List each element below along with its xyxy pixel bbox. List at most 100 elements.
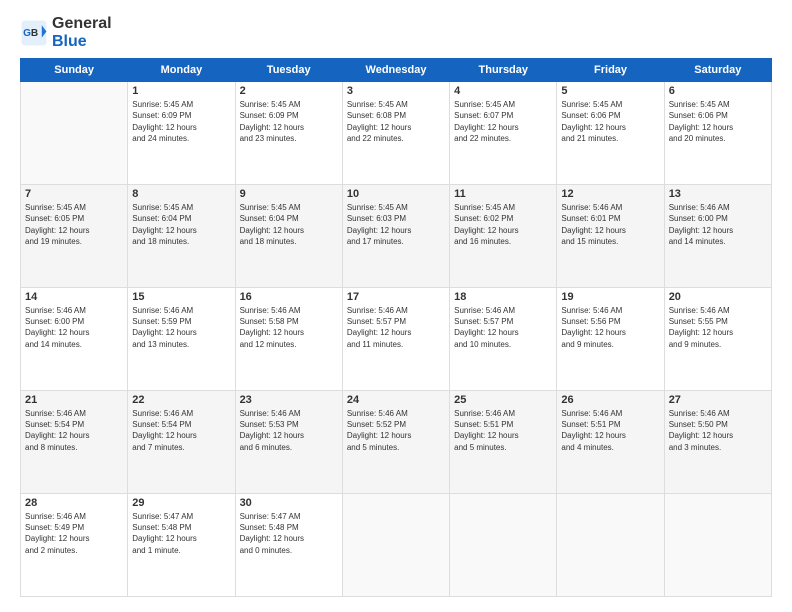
day-cell	[664, 494, 771, 597]
day-info: Sunrise: 5:46 AM Sunset: 5:50 PM Dayligh…	[669, 408, 767, 453]
day-number: 6	[669, 85, 767, 97]
day-cell: 16 Sunrise: 5:46 AM Sunset: 5:58 PM Dayli…	[235, 288, 342, 391]
day-info: Sunrise: 5:46 AM Sunset: 6:00 PM Dayligh…	[669, 202, 767, 247]
day-info: Sunrise: 5:46 AM Sunset: 5:49 PM Dayligh…	[25, 511, 123, 556]
day-cell: 6 Sunrise: 5:45 AM Sunset: 6:06 PM Daylig…	[664, 82, 771, 185]
calendar-week-row: 1 Sunrise: 5:45 AM Sunset: 6:09 PM Daylig…	[21, 82, 772, 185]
day-info: Sunrise: 5:45 AM Sunset: 6:09 PM Dayligh…	[240, 99, 338, 144]
day-info: Sunrise: 5:46 AM Sunset: 5:57 PM Dayligh…	[454, 305, 552, 350]
day-number: 28	[25, 497, 123, 509]
day-number: 13	[669, 188, 767, 200]
day-number: 3	[347, 85, 445, 97]
day-info: Sunrise: 5:46 AM Sunset: 5:55 PM Dayligh…	[669, 305, 767, 350]
day-cell: 23Sunrise: 5:46 AM Sunset: 5:53 PM Dayli…	[235, 391, 342, 494]
day-cell: 4Sunrise: 5:45 AM Sunset: 6:07 PM Daylig…	[450, 82, 557, 185]
day-info: Sunrise: 5:45 AM Sunset: 6:08 PM Dayligh…	[347, 99, 445, 144]
day-number: 20	[669, 291, 767, 303]
calendar-header-row: SundayMondayTuesdayWednesdayThursdayFrid…	[21, 59, 772, 82]
day-info: Sunrise: 5:46 AM Sunset: 5:58 PM Dayligh…	[240, 305, 338, 350]
day-cell: 19 Sunrise: 5:46 AM Sunset: 5:56 PM Dayli…	[557, 288, 664, 391]
day-info: Sunrise: 5:46 AM Sunset: 5:53 PM Dayligh…	[240, 408, 338, 453]
day-number: 22	[132, 394, 230, 406]
day-cell: 26 Sunrise: 5:46 AM Sunset: 5:51 PM Dayli…	[557, 391, 664, 494]
day-header-friday: Friday	[557, 59, 664, 82]
day-info: Sunrise: 5:45 AM Sunset: 6:06 PM Dayligh…	[669, 99, 767, 144]
day-number: 7	[25, 188, 123, 200]
day-cell: 1 Sunrise: 5:45 AM Sunset: 6:09 PM Daylig…	[128, 82, 235, 185]
day-cell: 11 Sunrise: 5:45 AM Sunset: 6:02 PM Dayli…	[450, 185, 557, 288]
day-cell: 13 Sunrise: 5:46 AM Sunset: 6:00 PM Dayli…	[664, 185, 771, 288]
day-cell: 5Sunrise: 5:45 AM Sunset: 6:06 PM Daylig…	[557, 82, 664, 185]
day-number: 4	[454, 85, 552, 97]
day-info: Sunrise: 5:46 AM Sunset: 5:56 PM Dayligh…	[561, 305, 659, 350]
day-cell: 7 Sunrise: 5:45 AM Sunset: 6:05 PM Daylig…	[21, 185, 128, 288]
day-cell	[450, 494, 557, 597]
day-number: 27	[669, 394, 767, 406]
day-info: Sunrise: 5:46 AM Sunset: 5:57 PM Dayligh…	[347, 305, 445, 350]
day-cell: 22Sunrise: 5:46 AM Sunset: 5:54 PM Dayli…	[128, 391, 235, 494]
day-info: Sunrise: 5:45 AM Sunset: 6:06 PM Dayligh…	[561, 99, 659, 144]
day-cell: 30 Sunrise: 5:47 AM Sunset: 5:48 PM Dayli…	[235, 494, 342, 597]
day-header-tuesday: Tuesday	[235, 59, 342, 82]
day-header-sunday: Sunday	[21, 59, 128, 82]
calendar-table: SundayMondayTuesdayWednesdayThursdayFrid…	[20, 58, 772, 597]
day-number: 8	[132, 188, 230, 200]
day-number: 11	[454, 188, 552, 200]
calendar-body: 1 Sunrise: 5:45 AM Sunset: 6:09 PM Daylig…	[21, 82, 772, 597]
day-number: 15	[132, 291, 230, 303]
day-number: 29	[132, 497, 230, 509]
day-number: 9	[240, 188, 338, 200]
day-number: 10	[347, 188, 445, 200]
day-cell: 21 Sunrise: 5:46 AM Sunset: 5:54 PM Dayli…	[21, 391, 128, 494]
svg-text:B: B	[31, 28, 38, 39]
day-info: Sunrise: 5:45 AM Sunset: 6:09 PM Dayligh…	[132, 99, 230, 144]
day-cell: 27 Sunrise: 5:46 AM Sunset: 5:50 PM Dayli…	[664, 391, 771, 494]
day-number: 1	[132, 85, 230, 97]
day-cell: 18 Sunrise: 5:46 AM Sunset: 5:57 PM Dayli…	[450, 288, 557, 391]
day-number: 16	[240, 291, 338, 303]
day-info: Sunrise: 5:46 AM Sunset: 6:01 PM Dayligh…	[561, 202, 659, 247]
day-number: 19	[561, 291, 659, 303]
calendar-week-row: 21 Sunrise: 5:46 AM Sunset: 5:54 PM Dayli…	[21, 391, 772, 494]
day-cell: 12Sunrise: 5:46 AM Sunset: 6:01 PM Dayli…	[557, 185, 664, 288]
day-number: 30	[240, 497, 338, 509]
day-cell	[557, 494, 664, 597]
day-info: Sunrise: 5:46 AM Sunset: 6:00 PM Dayligh…	[25, 305, 123, 350]
day-cell: 29 Sunrise: 5:47 AM Sunset: 5:48 PM Dayli…	[128, 494, 235, 597]
day-cell	[342, 494, 449, 597]
day-cell: 8 Sunrise: 5:45 AM Sunset: 6:04 PM Daylig…	[128, 185, 235, 288]
logo: G B General Blue	[20, 15, 112, 50]
day-info: Sunrise: 5:45 AM Sunset: 6:04 PM Dayligh…	[132, 202, 230, 247]
day-cell: 20 Sunrise: 5:46 AM Sunset: 5:55 PM Dayli…	[664, 288, 771, 391]
day-cell: 3 Sunrise: 5:45 AM Sunset: 6:08 PM Daylig…	[342, 82, 449, 185]
day-number: 18	[454, 291, 552, 303]
day-number: 2	[240, 85, 338, 97]
day-header-monday: Monday	[128, 59, 235, 82]
day-info: Sunrise: 5:45 AM Sunset: 6:05 PM Dayligh…	[25, 202, 123, 247]
logo-general: General	[52, 15, 112, 33]
day-info: Sunrise: 5:47 AM Sunset: 5:48 PM Dayligh…	[240, 511, 338, 556]
day-info: Sunrise: 5:46 AM Sunset: 5:52 PM Dayligh…	[347, 408, 445, 453]
day-cell: 24 Sunrise: 5:46 AM Sunset: 5:52 PM Dayli…	[342, 391, 449, 494]
day-info: Sunrise: 5:46 AM Sunset: 5:59 PM Dayligh…	[132, 305, 230, 350]
day-number: 26	[561, 394, 659, 406]
day-header-wednesday: Wednesday	[342, 59, 449, 82]
day-info: Sunrise: 5:45 AM Sunset: 6:02 PM Dayligh…	[454, 202, 552, 247]
day-info: Sunrise: 5:46 AM Sunset: 5:54 PM Dayligh…	[25, 408, 123, 453]
day-info: Sunrise: 5:47 AM Sunset: 5:48 PM Dayligh…	[132, 511, 230, 556]
day-cell: 28 Sunrise: 5:46 AM Sunset: 5:49 PM Dayli…	[21, 494, 128, 597]
day-info: Sunrise: 5:46 AM Sunset: 5:51 PM Dayligh…	[561, 408, 659, 453]
day-cell: 15 Sunrise: 5:46 AM Sunset: 5:59 PM Dayli…	[128, 288, 235, 391]
day-number: 17	[347, 291, 445, 303]
day-number: 24	[347, 394, 445, 406]
logo-icon: G B	[20, 19, 48, 47]
day-number: 25	[454, 394, 552, 406]
day-info: Sunrise: 5:45 AM Sunset: 6:03 PM Dayligh…	[347, 202, 445, 247]
day-number: 21	[25, 394, 123, 406]
calendar-week-row: 14 Sunrise: 5:46 AM Sunset: 6:00 PM Dayli…	[21, 288, 772, 391]
day-header-thursday: Thursday	[450, 59, 557, 82]
svg-text:G: G	[23, 28, 31, 39]
day-cell: 14 Sunrise: 5:46 AM Sunset: 6:00 PM Dayli…	[21, 288, 128, 391]
day-cell: 2 Sunrise: 5:45 AM Sunset: 6:09 PM Daylig…	[235, 82, 342, 185]
day-number: 14	[25, 291, 123, 303]
